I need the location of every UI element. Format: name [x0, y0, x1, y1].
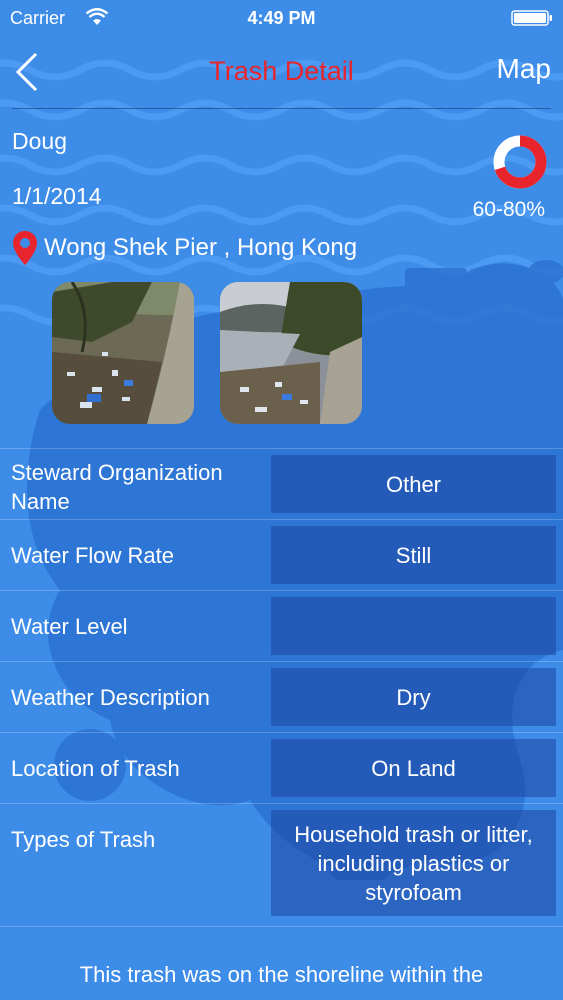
detail-value-box[interactable]: Other — [271, 455, 556, 513]
detail-row-water-flow-rate: Water Flow Rate Still — [0, 519, 563, 590]
detail-value-box[interactable]: Dry — [271, 668, 556, 726]
nav-divider — [12, 108, 551, 109]
trash-description: This trash was on the shoreline within t… — [79, 962, 484, 987]
detail-label: Types of Trash — [11, 827, 156, 852]
detail-value-box[interactable] — [271, 597, 556, 655]
page-title: Trash Detail — [209, 56, 354, 86]
report-date: 1/1/2014 — [12, 183, 102, 209]
detail-value-box[interactable]: Household trash or litter, including pla… — [271, 810, 556, 916]
location-row: Wong Shek Pier , Hong Kong — [12, 228, 357, 268]
map-button[interactable]: Map — [497, 53, 551, 85]
details-list: Steward Organization Name Other Water Fl… — [0, 448, 563, 927]
detail-label: Location of Trash — [11, 756, 180, 781]
detail-label: Steward Organization Name — [11, 460, 223, 514]
location-text: Wong Shek Pier , Hong Kong — [44, 234, 358, 261]
detail-label: Water Level — [11, 614, 128, 639]
detail-row-location-of-trash: Location of Trash On Land — [0, 732, 563, 803]
trash-photo-1[interactable] — [52, 282, 194, 424]
coverage-gauge-icon — [493, 135, 547, 189]
nav-bar: Trash Detail Map — [0, 36, 563, 108]
detail-row-steward-organization: Steward Organization Name Other — [0, 448, 563, 519]
status-time: 4:49 PM — [247, 8, 316, 28]
detail-label: Weather Description — [11, 685, 210, 710]
location-pin-icon — [13, 231, 37, 265]
coverage-label: 60-80% — [472, 198, 545, 221]
trash-photo-2[interactable] — [220, 282, 362, 424]
detail-row-water-level: Water Level — [0, 590, 563, 661]
detail-row-weather-description: Weather Description Dry — [0, 661, 563, 732]
detail-value-box[interactable]: On Land — [271, 739, 556, 797]
detail-value-box[interactable]: Still — [271, 526, 556, 584]
reporter-name: Doug — [12, 128, 67, 154]
detail-label: Water Flow Rate — [11, 543, 175, 568]
detail-row-types-of-trash: Types of Trash Household trash or litter… — [0, 803, 563, 927]
battery-icon — [511, 10, 552, 26]
status-bar: Carrier 4:49 PM — [0, 0, 563, 36]
